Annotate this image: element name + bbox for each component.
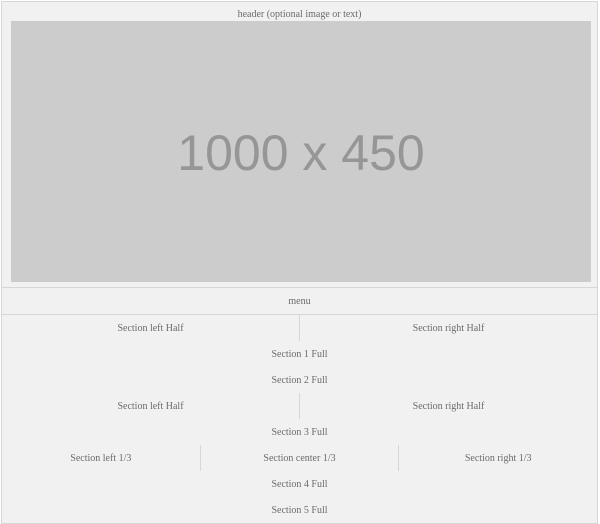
section-row-halves-1: Section left Half Section right Half bbox=[1, 315, 598, 342]
section-row-full-2: Section 2 Full bbox=[1, 367, 598, 394]
header-image-placeholder: 1000 x 450 bbox=[11, 21, 591, 282]
header: header (optional image or text) 1000 x 4… bbox=[1, 1, 598, 288]
section-1-full: Section 1 Full bbox=[271, 348, 328, 360]
menu-bar[interactable]: menu bbox=[1, 288, 598, 315]
menu-label[interactable]: menu bbox=[2, 288, 597, 314]
header-caption: header (optional image or text) bbox=[237, 9, 362, 20]
section-row-full-1: Section 1 Full bbox=[1, 341, 598, 368]
section-row-full-4: Section 4 Full bbox=[1, 471, 598, 498]
section-3-full: Section 3 Full bbox=[271, 426, 328, 438]
section-left-half: Section left Half bbox=[117, 400, 184, 412]
placeholder-dimensions-text: 1000 x 450 bbox=[177, 124, 425, 181]
section-row-full-5: Section 5 Full bbox=[1, 497, 598, 524]
section-2-full: Section 2 Full bbox=[271, 374, 328, 386]
section-row-full-3: Section 3 Full bbox=[1, 419, 598, 446]
section-center-third: Section center 1/3 bbox=[199, 445, 399, 471]
section-row-thirds: Section left 1/3 Section center 1/3 Sect… bbox=[1, 445, 598, 472]
section-4-full: Section 4 Full bbox=[271, 478, 328, 490]
section-right-third: Section right 1/3 bbox=[398, 445, 597, 471]
section-left-third: Section left 1/3 bbox=[70, 452, 132, 464]
section-row-halves-2: Section left Half Section right Half bbox=[1, 393, 598, 420]
section-right-half: Section right Half bbox=[299, 315, 597, 341]
section-left-half: Section left Half bbox=[117, 322, 184, 334]
section-5-full: Section 5 Full bbox=[271, 504, 328, 516]
section-right-half: Section right Half bbox=[299, 393, 597, 419]
